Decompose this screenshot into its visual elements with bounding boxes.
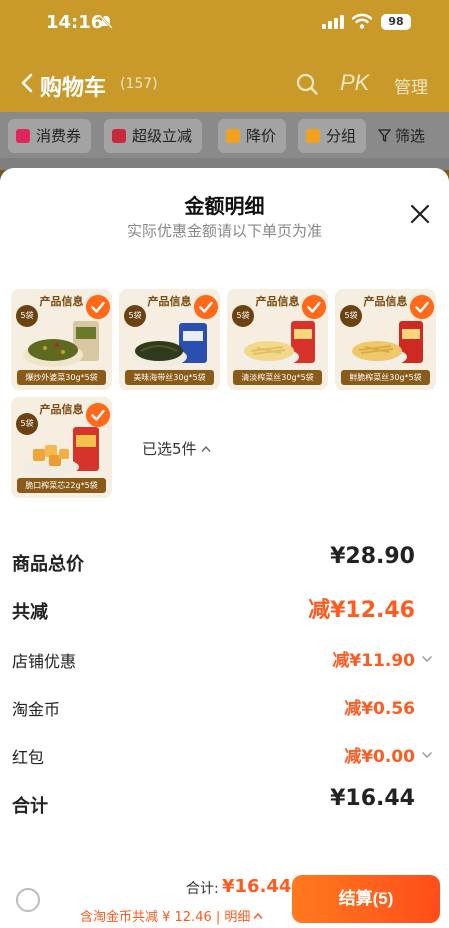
signal-icon (322, 15, 344, 29)
product-label: 脆口榨菜芯22g*5袋 (17, 478, 106, 493)
goods-total-value: ¥28.90 (330, 544, 415, 569)
selected-count-label: 已选5件 (142, 440, 197, 458)
product-card[interactable]: 产品信息 5袋 美味海带丝30g*5袋 (119, 289, 220, 390)
total-reduce-row: 共减 减¥12.46 (0, 592, 449, 626)
arrow-down-icon (112, 129, 126, 143)
pk-button[interactable]: PK (340, 70, 369, 96)
chevron-down-icon (422, 752, 432, 758)
amount-detail-sheet: 金额明细 实际优惠金额请以下单页为准 产品信息 5袋 爆炒外婆菜30g*5袋 产… (0, 168, 449, 928)
folder-icon (306, 129, 320, 143)
cart-count: (157) (120, 76, 158, 92)
funnel-icon (378, 129, 391, 142)
checkmark-icon[interactable] (194, 295, 218, 319)
filter-chip-group[interactable]: 分组 (298, 119, 367, 153)
close-icon[interactable] (410, 204, 430, 224)
red-packet-label: 红包 (12, 748, 45, 767)
product-card[interactable]: 产品信息 5袋 鲜脆榨菜丝30g*5袋 (335, 289, 436, 390)
sum-row: 合计 ¥16.44 (0, 786, 449, 820)
filter-chip-label: 筛选 (395, 127, 426, 145)
filter-chip-coupon[interactable]: 消费券 (8, 119, 92, 153)
filter-chip-super-discount[interactable]: 超级立减 (104, 119, 203, 153)
nav-bar: 购物车 (157) PK 管理 (0, 62, 449, 106)
shop-discount-value: 减¥11.90 (332, 651, 415, 671)
chevron-down-icon (422, 656, 432, 662)
filter-bar: 消费券 超级立减 降价 分组 筛选 (0, 112, 449, 162)
coupon-icon (16, 129, 30, 143)
taojinbi-label: 淘金币 (12, 700, 61, 719)
sheet-subtitle: 实际优惠金额请以下单页为准 (126, 222, 322, 240)
discount-detail-toggle[interactable]: 含淘金币共减 ¥ 12.46 | 明细 (80, 906, 263, 925)
sum-value: ¥16.44 (330, 786, 415, 811)
checkmark-icon[interactable] (410, 295, 434, 319)
product-label: 鲜脆榨菜丝30g*5袋 (341, 370, 430, 385)
product-card[interactable]: 产品信息 5袋 清淡榨菜丝30g*5袋 (227, 289, 328, 390)
shop-discount-row[interactable]: 店铺优惠 减¥11.90 (0, 642, 449, 676)
product-card[interactable]: 产品信息 5袋 脆口榨菜芯22g*5袋 (11, 397, 112, 498)
sum-label: 合计 (12, 796, 48, 817)
price-drop-icon (226, 129, 240, 143)
discount-note: 含淘金币共减 ¥ 12.46 | 明细 (80, 910, 251, 925)
product-label: 爆炒外婆菜30g*5袋 (17, 370, 106, 385)
filter-chip-label: 降价 (246, 127, 277, 145)
total-reduce-label: 共减 (12, 602, 48, 623)
shop-discount-label: 店铺优惠 (12, 652, 77, 671)
bell-muted-icon (99, 15, 113, 29)
selected-items-toggle[interactable]: 已选5件 (142, 438, 211, 459)
filter-chip-label: 分组 (326, 127, 357, 145)
product-image (131, 323, 207, 367)
battery-indicator: 98 (381, 14, 411, 30)
page-title: 购物车 (40, 76, 107, 101)
red-packet-row[interactable]: 红包 减¥0.00 (0, 738, 449, 772)
goods-total-label: 商品总价 (12, 554, 84, 575)
product-image (347, 321, 423, 367)
checkmark-icon[interactable] (86, 403, 110, 427)
product-image (23, 321, 99, 367)
bottom-total-value: ¥16.44 (222, 876, 292, 897)
product-card[interactable]: 产品信息 5袋 爆炒外婆菜30g*5袋 (11, 289, 112, 390)
checkout-bar: 合计: ¥16.44 含淘金币共减 ¥ 12.46 | 明细 结算(5) (0, 864, 449, 928)
red-packet-value: 减¥0.00 (344, 747, 415, 767)
checkmark-icon[interactable] (86, 295, 110, 319)
filter-chip-price-drop[interactable]: 降价 (218, 119, 287, 153)
checkout-button[interactable]: 结算(5) (292, 875, 440, 923)
filter-chip-filter[interactable]: 筛选 (370, 119, 435, 153)
search-icon[interactable] (295, 72, 319, 96)
wifi-icon (352, 13, 372, 29)
goods-total-row: 商品总价 ¥28.90 (0, 544, 449, 578)
status-time: 14:16 (46, 12, 104, 33)
product-image (23, 427, 99, 476)
back-chevron-icon[interactable] (20, 72, 34, 94)
product-label: 清淡榨菜丝30g*5袋 (233, 370, 322, 385)
checkmark-icon[interactable] (302, 295, 326, 319)
bottom-total-label: 合计: (186, 881, 219, 897)
product-image (239, 321, 315, 367)
product-label: 美味海带丝30g*5袋 (125, 370, 214, 385)
select-all-radio[interactable] (16, 888, 40, 912)
manage-button[interactable]: 管理 (394, 73, 428, 98)
sheet-title: 金额明细 (184, 194, 265, 218)
chevron-up-icon (253, 912, 263, 919)
chevron-up-icon (201, 445, 211, 452)
taojinbi-row: 淘金币 减¥0.56 (0, 690, 449, 724)
status-bar: 14:16 98 (0, 0, 449, 46)
filter-chip-label: 消费券 (36, 127, 82, 145)
filter-chip-label: 超级立减 (132, 127, 193, 145)
taojinbi-value: 减¥0.56 (344, 699, 415, 719)
total-reduce-value: 减¥12.46 (308, 598, 415, 623)
